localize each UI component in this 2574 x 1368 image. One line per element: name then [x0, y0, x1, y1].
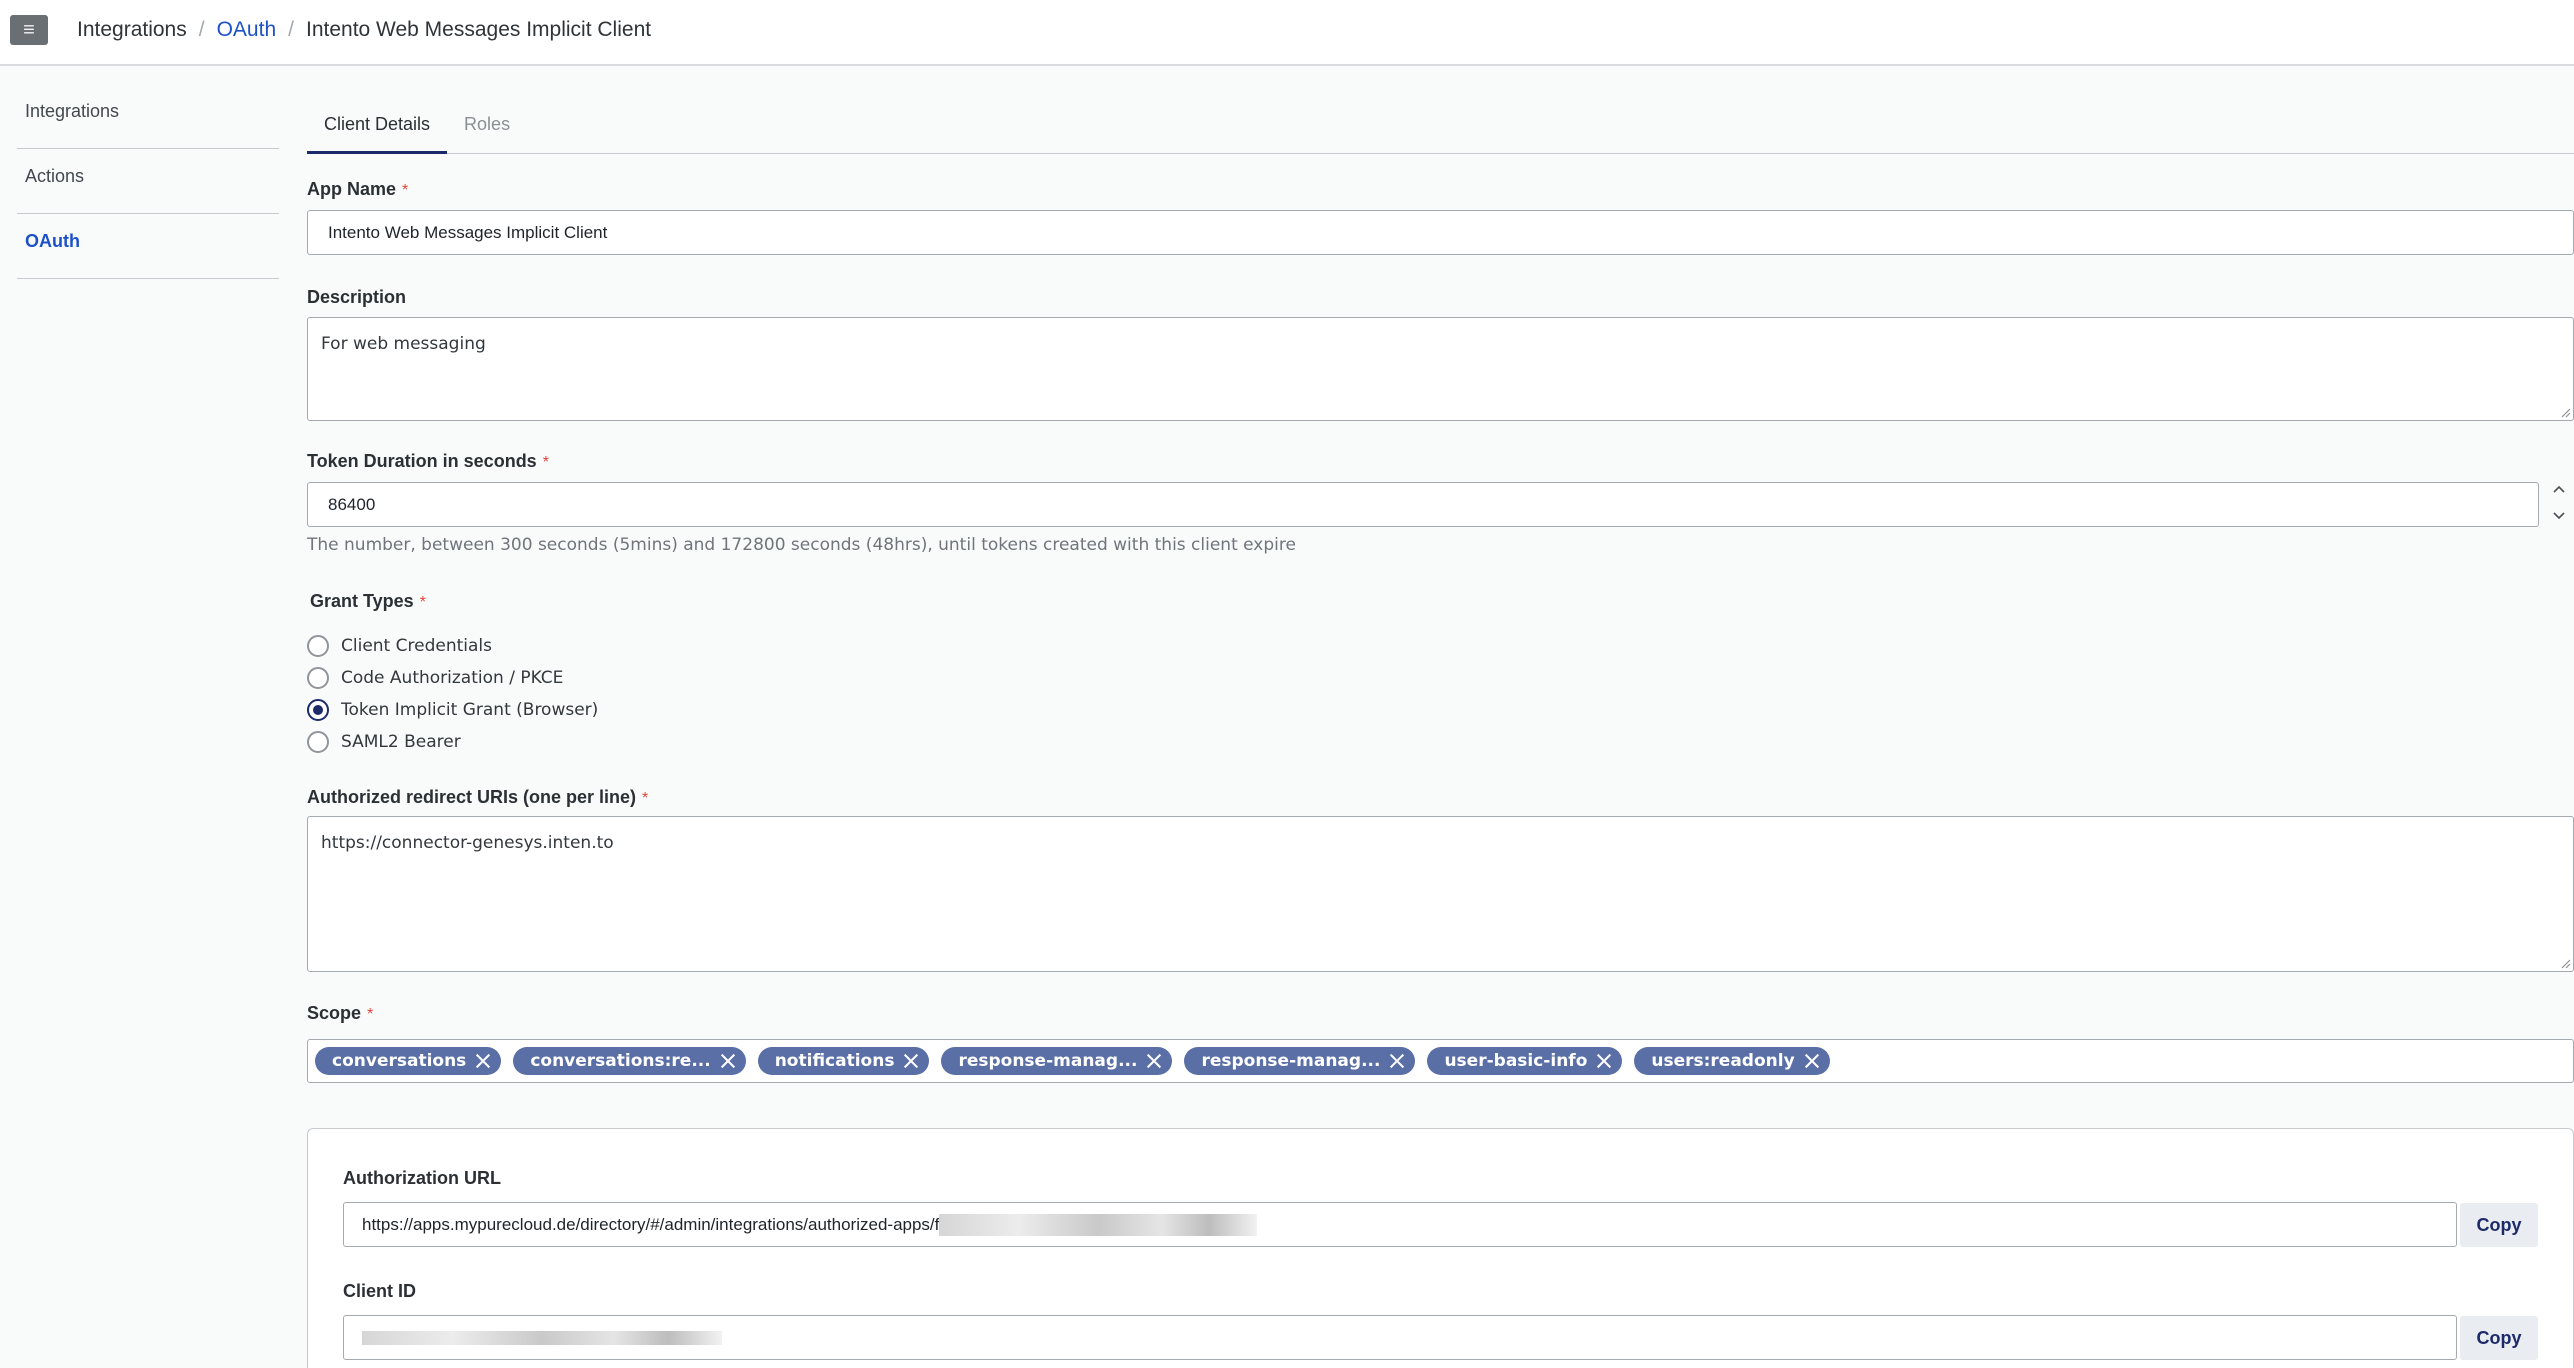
- number-stepper[interactable]: [2550, 483, 2568, 525]
- tab-bar: Client Details Roles: [307, 100, 2574, 154]
- redirect-uris-label-text: Authorized redirect URIs (one per line): [307, 787, 637, 807]
- tab-roles[interactable]: Roles: [447, 100, 527, 154]
- breadcrumb-separator: /: [198, 18, 205, 41]
- breadcrumb-current: Intento Web Messages Implicit Client: [305, 18, 652, 41]
- sidebar-item-oauth[interactable]: OAuth: [17, 214, 279, 279]
- app-name-label: App Name *: [307, 179, 408, 200]
- close-icon[interactable]: [475, 1053, 491, 1069]
- copy-client-id-button[interactable]: Copy: [2460, 1316, 2538, 1360]
- resize-handle-icon[interactable]: [2559, 957, 2571, 969]
- scope-chip: response-manag...: [941, 1047, 1173, 1075]
- token-duration-value: 86400: [328, 494, 376, 514]
- radio-button[interactable]: [307, 731, 329, 753]
- scope-chip-label: conversations:re...: [530, 1051, 711, 1071]
- client-id-label: Client ID: [343, 1281, 417, 1301]
- authorization-url-field[interactable]: https://apps.mypurecloud.de/directory/#/…: [343, 1202, 2457, 1247]
- token-duration-input[interactable]: 86400: [307, 482, 2539, 527]
- redirect-uris-label: Authorized redirect URIs (one per line) *: [307, 787, 648, 808]
- top-bar: ≡ Integrations / OAuth / Intento Web Mes…: [0, 0, 2574, 66]
- radio-button-selected[interactable]: [307, 699, 329, 721]
- scope-chip: conversations: [315, 1047, 502, 1075]
- scope-chip-label: conversations: [332, 1051, 467, 1071]
- radio-label: Code Authorization / PKCE: [341, 668, 564, 688]
- scope-chip-label: users:readonly: [1651, 1051, 1795, 1071]
- app-name-input[interactable]: Intento Web Messages Implicit Client: [307, 210, 2574, 255]
- breadcrumb: Integrations / OAuth / Intento Web Messa…: [77, 16, 651, 44]
- radio-button[interactable]: [307, 635, 329, 657]
- copy-authorization-url-button[interactable]: Copy: [2460, 1203, 2538, 1247]
- resize-handle-icon[interactable]: [2559, 406, 2571, 418]
- grant-type-client-credentials[interactable]: Client Credentials: [307, 635, 492, 657]
- close-icon[interactable]: [1804, 1053, 1820, 1069]
- authorization-url-value: https://apps.mypurecloud.de/directory/#/…: [362, 1214, 940, 1234]
- scope-chip: users:readonly: [1634, 1047, 1830, 1075]
- redacted-text: [939, 1213, 1258, 1236]
- required-mark: *: [542, 454, 549, 471]
- tab-client-details[interactable]: Client Details: [307, 100, 448, 154]
- required-mark: *: [419, 594, 426, 611]
- close-icon[interactable]: [1596, 1053, 1612, 1069]
- close-icon[interactable]: [1146, 1053, 1162, 1069]
- redirect-uris-value: https://connector-genesys.inten.to: [321, 833, 614, 853]
- breadcrumb-integrations[interactable]: Integrations: [77, 16, 187, 44]
- description-label: Description: [307, 287, 406, 308]
- radio-label: SAML2 Bearer: [341, 732, 461, 752]
- grant-type-code-authorization[interactable]: Code Authorization / PKCE: [307, 667, 563, 689]
- main-content: Client Details Roles: [307, 100, 2574, 154]
- description-textarea[interactable]: For web messaging: [307, 317, 2574, 421]
- description-label-text: Description: [307, 287, 407, 307]
- scope-chip-label: response-manag...: [1201, 1051, 1381, 1071]
- redacted-text: [362, 1330, 722, 1345]
- scope-chip: response-manag...: [1184, 1047, 1416, 1075]
- description-value: For web messaging: [321, 334, 486, 354]
- scope-label: Scope *: [307, 1003, 373, 1024]
- radio-label: Client Credentials: [341, 636, 492, 656]
- close-icon[interactable]: [903, 1053, 919, 1069]
- redirect-uris-textarea[interactable]: https://connector-genesys.inten.to: [307, 816, 2574, 972]
- breadcrumb-oauth[interactable]: OAuth: [217, 16, 277, 44]
- chevron-up-down-icon[interactable]: [2550, 483, 2568, 525]
- required-mark: *: [642, 790, 649, 807]
- grant-type-saml2-bearer[interactable]: SAML2 Bearer: [307, 731, 461, 753]
- radio-button[interactable]: [307, 667, 329, 689]
- app-name-value: Intento Web Messages Implicit Client: [328, 222, 608, 242]
- token-duration-label: Token Duration in seconds *: [307, 451, 549, 472]
- scope-chip-label: notifications: [774, 1051, 895, 1071]
- required-mark: *: [367, 1006, 374, 1023]
- scope-chip: notifications: [757, 1047, 930, 1075]
- hamburger-menu-icon[interactable]: ≡: [10, 15, 48, 45]
- sidebar-item-actions[interactable]: Actions: [17, 149, 279, 214]
- authorization-url-label: Authorization URL: [343, 1168, 501, 1188]
- breadcrumb-separator: /: [288, 18, 294, 41]
- grant-type-token-implicit[interactable]: Token Implicit Grant (Browser): [307, 699, 598, 721]
- app-name-label-text: App Name: [307, 179, 397, 199]
- token-duration-help: The number, between 300 seconds (5mins) …: [307, 535, 1296, 555]
- close-icon[interactable]: [720, 1053, 736, 1069]
- grant-types-label: Grant Types *: [310, 591, 426, 612]
- scope-chip-label: user-basic-info: [1444, 1051, 1588, 1071]
- scope-chip: user-basic-info: [1427, 1047, 1623, 1075]
- grant-types-label-text: Grant Types: [310, 591, 414, 611]
- close-icon[interactable]: [1389, 1053, 1405, 1069]
- token-duration-label-text: Token Duration in seconds: [307, 451, 537, 471]
- sidebar: Integrations Actions OAuth: [17, 84, 279, 279]
- client-id-field[interactable]: [343, 1315, 2457, 1360]
- scope-chip: conversations:re...: [513, 1047, 746, 1075]
- radio-label: Token Implicit Grant (Browser): [341, 700, 599, 720]
- sidebar-item-integrations[interactable]: Integrations: [17, 84, 279, 149]
- scope-label-text: Scope: [307, 1003, 362, 1023]
- required-mark: *: [402, 182, 409, 199]
- scope-multiselect[interactable]: conversations conversations:re... notifi…: [307, 1039, 2574, 1083]
- scope-chip-label: response-manag...: [958, 1051, 1138, 1071]
